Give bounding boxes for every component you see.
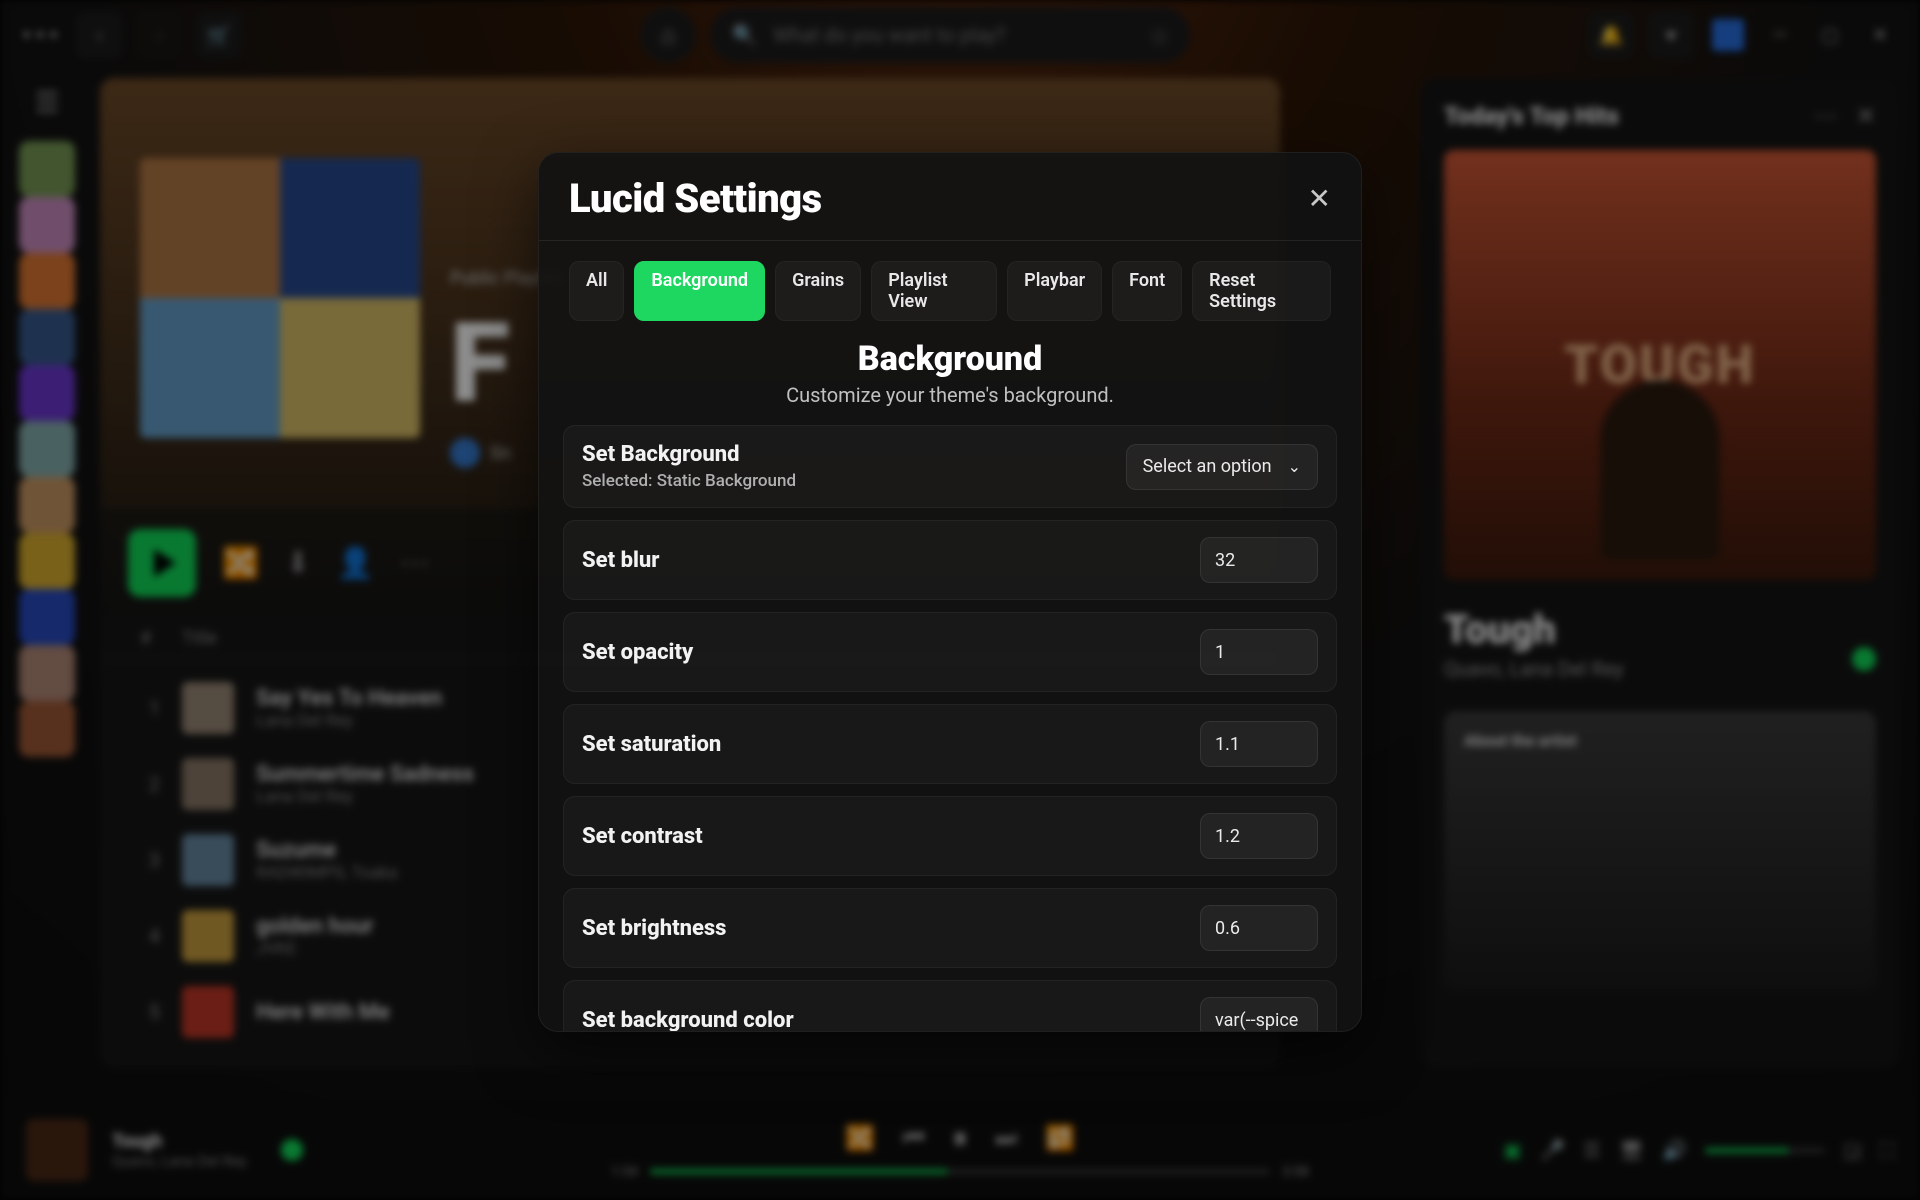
row-opacity: Set opacity 1 — [563, 612, 1337, 692]
background-select[interactable]: Select an option ⌄ — [1126, 444, 1318, 490]
tab-font[interactable]: Font — [1112, 261, 1182, 321]
contrast-input[interactable]: 1.2 — [1200, 813, 1318, 859]
section-title: Background — [539, 339, 1361, 379]
bgcolor-input[interactable]: var(--spice — [1200, 997, 1318, 1032]
row-saturation: Set saturation 1.1 — [563, 704, 1337, 784]
blur-label: Set blur — [582, 548, 659, 573]
tab-playlist-view[interactable]: Playlist View — [871, 261, 997, 321]
blur-input[interactable]: 32 — [1200, 537, 1318, 583]
background-select-label: Select an option — [1143, 456, 1272, 477]
tab-all[interactable]: All — [569, 261, 624, 321]
brightness-label: Set brightness — [582, 916, 726, 941]
saturation-label: Set saturation — [582, 732, 721, 757]
tab-reset-settings[interactable]: Reset Settings — [1192, 261, 1331, 321]
settings-modal: Lucid Settings ✕ AllBackgroundGrainsPlay… — [538, 152, 1362, 1032]
row-contrast: Set contrast 1.2 — [563, 796, 1337, 876]
opacity-input[interactable]: 1 — [1200, 629, 1318, 675]
modal-tabs: AllBackgroundGrainsPlaylist ViewPlaybarF… — [539, 241, 1361, 325]
row-brightness: Set brightness 0.6 — [563, 888, 1337, 968]
row-set-background: Set Background Selected: Static Backgrou… — [563, 425, 1337, 508]
set-background-selected: Selected: Static Background — [582, 471, 796, 491]
tab-playbar[interactable]: Playbar — [1007, 261, 1102, 321]
row-blur: Set blur 32 — [563, 520, 1337, 600]
set-background-label: Set Background — [582, 442, 796, 467]
close-icon[interactable]: ✕ — [1308, 182, 1331, 215]
opacity-label: Set opacity — [582, 640, 693, 665]
bgcolor-label: Set background color — [582, 1008, 794, 1033]
brightness-input[interactable]: 0.6 — [1200, 905, 1318, 951]
saturation-input[interactable]: 1.1 — [1200, 721, 1318, 767]
contrast-label: Set contrast — [582, 824, 703, 849]
chevron-down-icon: ⌄ — [1288, 457, 1301, 476]
modal-title: Lucid Settings — [569, 175, 822, 222]
tab-background[interactable]: Background — [634, 261, 765, 321]
row-bgcolor: Set background color var(--spice — [563, 980, 1337, 1032]
tab-grains[interactable]: Grains — [775, 261, 861, 321]
section-subtitle: Customize your theme's background. — [539, 383, 1361, 407]
